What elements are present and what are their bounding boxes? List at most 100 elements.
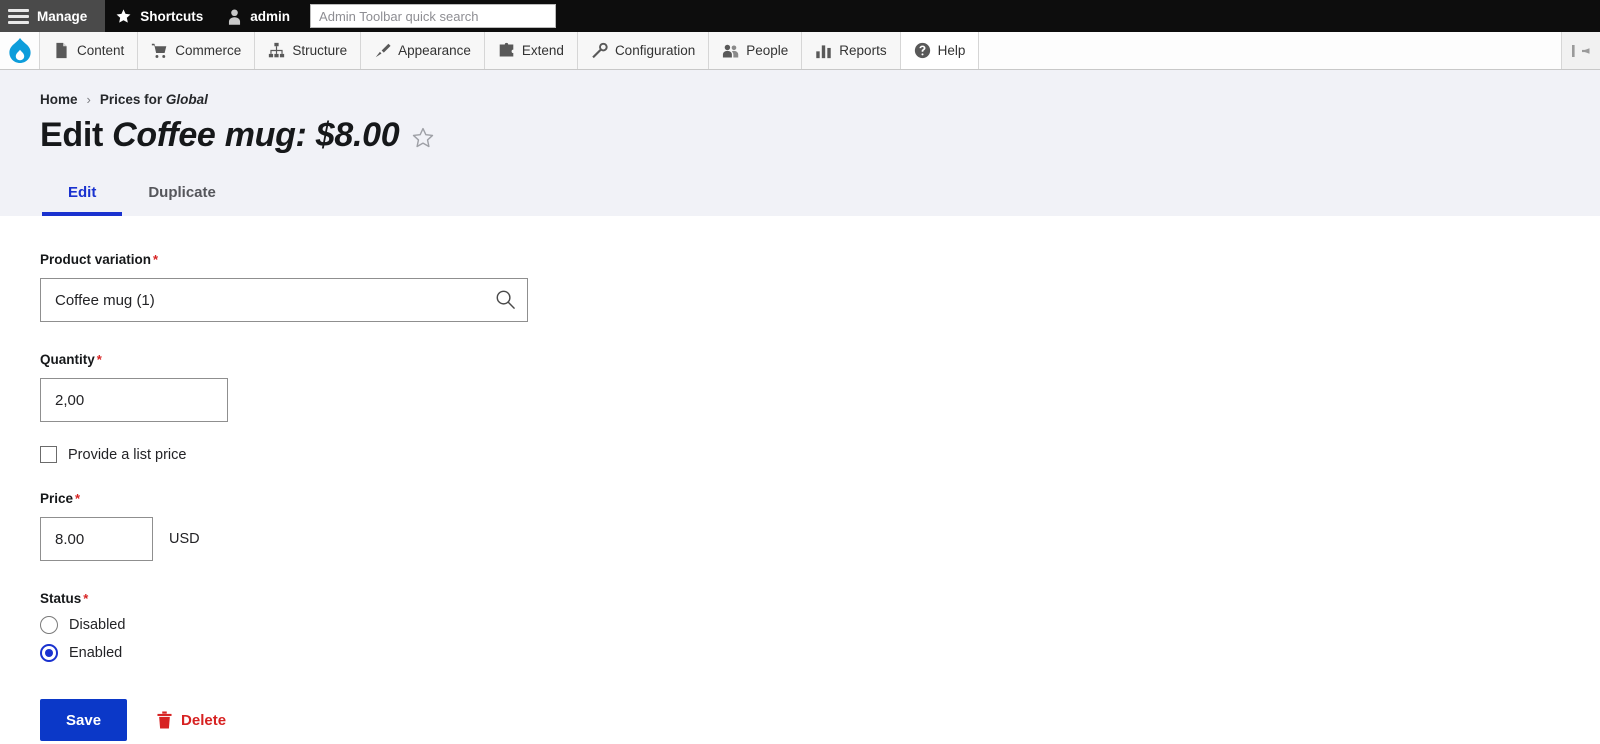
menu-item-structure-label: Structure	[292, 43, 348, 58]
sitemap-icon	[269, 42, 285, 58]
bar-chart-icon	[816, 45, 832, 59]
account-label: admin	[250, 8, 291, 24]
tab-duplicate-label: Duplicate	[148, 184, 216, 202]
save-button[interactable]: Save	[40, 699, 128, 742]
list-price-label[interactable]: Provide a list price	[68, 447, 186, 463]
list-price-checkbox[interactable]	[40, 446, 57, 464]
tab-duplicate[interactable]: Duplicate	[122, 174, 242, 216]
menu-item-extend[interactable]: Extend	[484, 32, 578, 69]
quantity-label: Quantity *	[40, 352, 1600, 367]
menu-item-content[interactable]: Content	[40, 32, 139, 69]
field-status: Status * Disabled Enabled	[40, 591, 1600, 663]
page-title: Edit Coffee mug: $8.00	[40, 116, 400, 154]
quantity-label-text: Quantity	[40, 352, 95, 368]
status-option-enabled[interactable]: Enabled	[40, 644, 1600, 663]
price-label: Price *	[40, 491, 1600, 506]
status-radio-disabled[interactable]	[40, 616, 58, 635]
product-variation-input[interactable]	[40, 278, 528, 323]
quantity-input[interactable]	[40, 378, 228, 423]
breadcrumb-current-emphasis: Global	[165, 92, 208, 107]
price-input[interactable]	[40, 517, 153, 562]
page-tabs: Edit Duplicate	[40, 174, 1600, 217]
breadcrumb: Home › Prices for Global	[40, 70, 1600, 107]
shortcuts-label: Shortcuts	[140, 8, 204, 24]
page-header: Home › Prices for Global Edit Coffee mug…	[0, 70, 1600, 217]
tab-edit-label: Edit	[68, 184, 97, 202]
menu-item-content-label: Content	[77, 43, 125, 58]
star-outline-icon[interactable]	[411, 126, 435, 150]
admin-toolbar-shortcuts-tab[interactable]: Shortcuts	[105, 0, 218, 32]
drupal-logo-button[interactable]	[0, 32, 40, 69]
menu-item-extend-label: Extend	[521, 43, 564, 58]
status-label: Status *	[40, 591, 1600, 606]
wrench-icon	[592, 42, 608, 59]
page-root: Manage Shortcuts admin Admin Toolbar qui…	[0, 0, 1600, 744]
breadcrumb-current: Prices for Global	[100, 92, 208, 107]
admin-menu-bar: Content Commerce Structure Appearance Ex…	[0, 32, 1600, 70]
page-title-prefix: Edit	[40, 116, 113, 154]
paintbrush-icon	[375, 43, 391, 58]
trash-icon	[157, 711, 172, 729]
user-avatar-icon	[229, 8, 241, 25]
breadcrumb-separator: ›	[86, 92, 91, 107]
edit-price-form: Product variation* Quantity* Provide a l…	[0, 216, 1600, 742]
question-mark-icon	[914, 42, 930, 59]
field-product-variation: Product variation *	[40, 252, 1600, 323]
star-icon	[116, 8, 131, 23]
field-list-price: Provide a list price	[40, 446, 1600, 464]
menu-item-structure[interactable]: Structure	[255, 32, 362, 69]
price-required-marker: *	[75, 491, 81, 507]
people-icon	[723, 44, 739, 58]
tab-edit[interactable]: Edit	[42, 174, 123, 217]
hamburger-menu-icon	[8, 8, 29, 24]
document-icon	[56, 42, 67, 59]
breadcrumb-home-link[interactable]: Home	[40, 92, 78, 107]
admin-quick-search-input[interactable]	[310, 4, 557, 28]
status-radio-enabled-label[interactable]: Enabled	[69, 645, 122, 661]
status-required-marker: *	[83, 591, 89, 607]
status-radio-enabled[interactable]	[40, 644, 58, 663]
product-variation-label-text: Product variation	[40, 252, 152, 268]
menu-item-appearance[interactable]: Appearance	[361, 32, 485, 69]
puzzle-piece-icon	[499, 42, 514, 57]
status-radio-disabled-label[interactable]: Disabled	[69, 617, 125, 633]
quantity-required-marker: *	[96, 352, 102, 368]
menu-item-reports[interactable]: Reports	[802, 32, 901, 69]
quick-search-container	[304, 0, 557, 32]
product-variation-label: Product variation *	[40, 252, 1600, 267]
form-actions: Save Delete	[40, 699, 1600, 742]
admin-toolbar-manage-tab[interactable]: Manage	[0, 0, 106, 32]
menu-bar-filler	[979, 32, 1562, 69]
drupal-logo-icon	[8, 37, 31, 63]
menu-item-people-label: People	[746, 43, 789, 58]
collapse-sidebar-button[interactable]	[1562, 32, 1600, 69]
manage-label: Manage	[37, 8, 88, 24]
search-icon	[496, 290, 515, 310]
price-label-text: Price	[40, 491, 74, 507]
price-currency-label: USD	[169, 531, 200, 548]
status-option-disabled[interactable]: Disabled	[40, 616, 1600, 635]
menu-item-configuration[interactable]: Configuration	[577, 32, 710, 69]
page-title-emphasis: Coffee mug: $8.00	[112, 116, 400, 154]
delete-label: Delete	[181, 711, 227, 729]
menu-item-appearance-label: Appearance	[398, 43, 471, 58]
menu-item-configuration-label: Configuration	[614, 43, 696, 58]
menu-item-help-label: Help	[937, 43, 966, 58]
delete-link[interactable]: Delete	[157, 711, 226, 729]
product-variation-required-marker: *	[153, 252, 159, 268]
menu-item-reports-label: Reports	[839, 43, 887, 58]
menu-item-help[interactable]: Help	[900, 32, 980, 69]
field-quantity: Quantity *	[40, 352, 1600, 423]
shopping-cart-icon	[152, 43, 167, 58]
admin-toolbar-account-tab[interactable]: admin	[217, 0, 305, 32]
menu-item-commerce-label: Commerce	[175, 43, 242, 58]
field-price: Price* USD	[40, 491, 1600, 562]
admin-toolbar: Manage Shortcuts admin	[0, 0, 1600, 32]
menu-item-commerce[interactable]: Commerce	[138, 32, 256, 69]
menu-item-people[interactable]: People	[709, 32, 803, 69]
collapse-sidebar-icon	[1572, 44, 1590, 57]
product-variation-autocomplete	[40, 278, 528, 323]
